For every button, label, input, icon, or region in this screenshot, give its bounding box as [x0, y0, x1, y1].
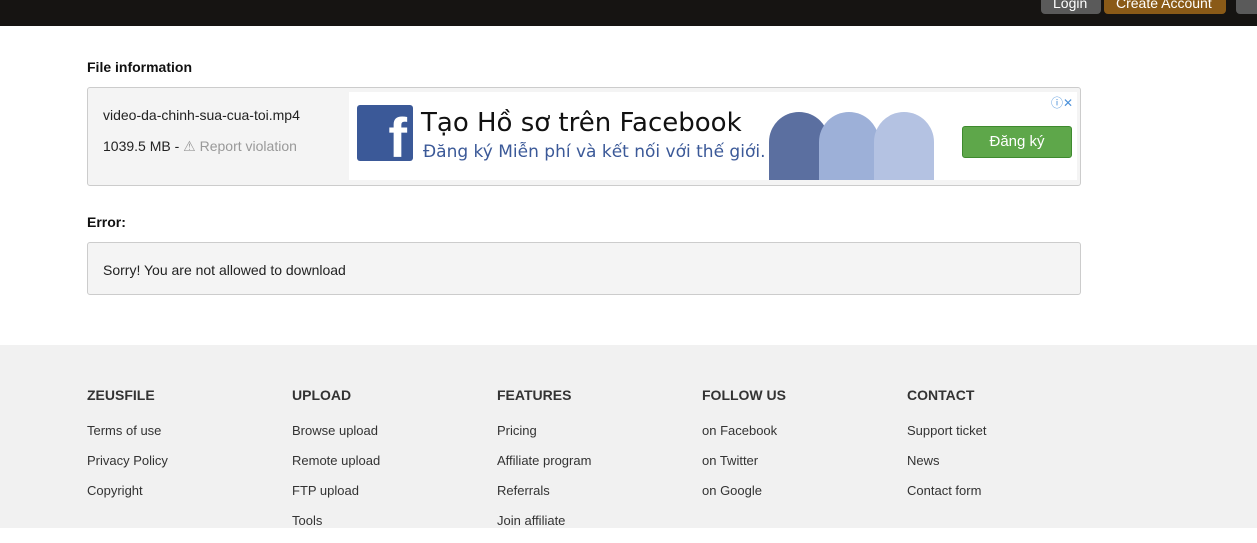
footer-heading: FOLLOW US [702, 387, 786, 403]
footer-link[interactable]: Affiliate program [497, 453, 591, 483]
warning-icon: ⚠ [183, 138, 196, 154]
footer-heading: CONTACT [907, 387, 975, 403]
file-info-box: video-da-chinh-sua-cua-toi.mp4 1039.5 MB… [87, 87, 1081, 186]
footer-link[interactable]: Privacy Policy [87, 453, 168, 483]
footer-link[interactable]: Tools [292, 513, 380, 543]
ad-subtitle: Đăng ký Miễn phí và kết nối với thế giới… [423, 142, 766, 162]
footer-link[interactable]: on Twitter [702, 453, 786, 483]
footer-link[interactable]: on Facebook [702, 423, 786, 453]
footer-column: FOLLOW US on Facebook on Twitter on Google [702, 387, 786, 513]
facebook-ad[interactable]: f Tạo Hồ sơ trên Facebook Đăng ký Miễn p… [349, 92, 1077, 180]
report-label: Report violation [199, 138, 297, 154]
footer-heading: UPLOAD [292, 387, 352, 403]
footer-column: CONTACT Support ticket News Contact form [907, 387, 987, 513]
person-illustration-icon [874, 112, 934, 180]
footer-link[interactable]: Terms of use [87, 423, 168, 453]
footer-column: UPLOAD Browse upload Remote upload FTP uplo… [292, 387, 380, 543]
error-message: Sorry! You are not allowed to download [103, 262, 346, 278]
footer-link[interactable]: on Google [702, 483, 786, 513]
file-info-heading: File information [87, 59, 192, 75]
footer-link[interactable]: Copyright [87, 483, 168, 513]
footer-column: FEATURES Pricing Affiliate program Referral… [497, 387, 591, 543]
footer-column: ZEUSFILE Terms of use Privacy Policy Copyri… [87, 387, 168, 513]
footer: ZEUSFILE Terms of use Privacy Policy Copyri… [0, 345, 1257, 528]
top-bar: Login Create Account [0, 0, 1257, 26]
footer-link[interactable]: Join affiliate [497, 513, 591, 543]
extra-button[interactable] [1236, 0, 1257, 14]
footer-link[interactable]: FTP upload [292, 483, 380, 513]
login-button[interactable]: Login [1041, 0, 1101, 14]
ad-close-icon[interactable]: ⓘ✕ [1051, 94, 1073, 111]
error-box: Sorry! You are not allowed to download [87, 242, 1081, 295]
footer-heading: FEATURES [497, 387, 572, 403]
footer-link[interactable]: Browse upload [292, 423, 380, 453]
report-violation-link[interactable]: ⚠ Report violation [183, 138, 297, 154]
footer-link[interactable]: Contact form [907, 483, 987, 513]
error-heading: Error: [87, 214, 126, 230]
footer-heading: ZEUSFILE [87, 387, 155, 403]
footer-link[interactable]: News [907, 453, 987, 483]
person-illustration-icon [819, 112, 879, 180]
footer-link[interactable]: Support ticket [907, 423, 987, 453]
footer-link[interactable]: Remote upload [292, 453, 380, 483]
facebook-logo-icon: f [357, 105, 413, 161]
filename: video-da-chinh-sua-cua-toi.mp4 [103, 107, 300, 123]
footer-link[interactable]: Pricing [497, 423, 591, 453]
ad-title: Tạo Hồ sơ trên Facebook [421, 108, 742, 138]
create-account-button[interactable]: Create Account [1104, 0, 1226, 14]
file-size: 1039.5 MB - [103, 138, 180, 154]
footer-link[interactable]: Referrals [497, 483, 591, 513]
ad-signup-button[interactable]: Đăng ký [962, 126, 1072, 158]
